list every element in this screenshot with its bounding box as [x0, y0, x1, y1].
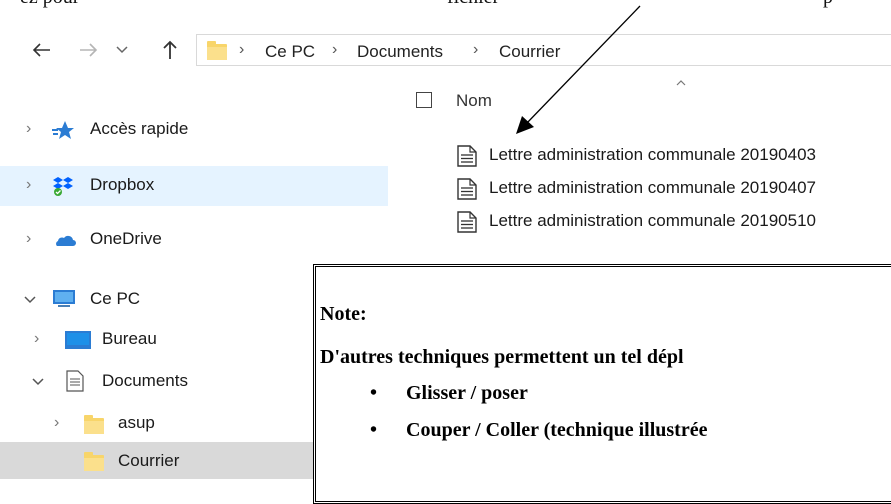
- address-bar[interactable]: › Ce PC › Documents › Courrier: [196, 34, 891, 66]
- chevron-down-icon[interactable]: [24, 291, 36, 309]
- forward-button[interactable]: [76, 38, 100, 62]
- desktop-icon: [65, 331, 91, 349]
- bullet-icon: •: [370, 419, 378, 441]
- folder-icon: [207, 41, 227, 60]
- chevron-right-icon[interactable]: ›: [34, 330, 39, 348]
- arrow-up-icon: [163, 40, 177, 59]
- sidebar-item-label: OneDrive: [90, 229, 162, 248]
- breadcrumb-documents[interactable]: Documents: [357, 42, 443, 62]
- file-name: Lettre administration communale 20190403: [489, 145, 816, 164]
- star-icon: [52, 121, 74, 139]
- sidebar-item-label: Courrier: [118, 451, 180, 470]
- sidebar-item-onedrive[interactable]: › OneDrive: [0, 220, 388, 260]
- sidebar-item-label: Bureau: [102, 329, 157, 348]
- column-header-nom[interactable]: Nom: [456, 91, 492, 111]
- file-name: Lettre administration communale 20190510: [489, 211, 816, 230]
- file-row[interactable]: Lettre administration communale 20190510: [455, 208, 891, 236]
- arrow-left-icon: [32, 43, 50, 57]
- chevron-right-icon[interactable]: ›: [54, 414, 59, 432]
- chevron-down-icon: [116, 46, 128, 54]
- dropbox-icon: [53, 177, 73, 196]
- note-text: D'autres techniques permettent un tel dé…: [320, 346, 684, 368]
- sidebar-item-label: Dropbox: [90, 175, 155, 194]
- select-all-checkbox[interactable]: [416, 92, 432, 108]
- breadcrumb-courrier[interactable]: Courrier: [499, 42, 560, 62]
- sidebar-item-label: asup: [118, 413, 155, 432]
- sidebar-item-label: Accès rapide: [90, 119, 189, 138]
- file-list-header: Nom: [400, 80, 891, 122]
- sidebar-item-label: Documents: [102, 371, 188, 390]
- sidebar-item-acces-rapide[interactable]: › Accès rapide: [0, 110, 388, 150]
- chevron-down-icon[interactable]: [32, 373, 44, 391]
- folder-icon: [84, 415, 104, 434]
- documents-icon: [66, 370, 84, 392]
- breadcrumb-separator-icon: ›: [332, 41, 338, 58]
- recent-locations-button[interactable]: [114, 38, 130, 62]
- caption-fragment-2: fichier: [447, 0, 499, 9]
- note-title: Note:: [320, 303, 367, 325]
- up-button[interactable]: [160, 38, 180, 62]
- note-bullet-text: Couper / Coller (technique illustrée: [406, 419, 708, 441]
- sidebar-item-label: Ce PC: [90, 289, 141, 308]
- caption-fragment-1: ez pour: [20, 0, 79, 9]
- arrow-right-icon: [80, 43, 98, 57]
- cloud-icon: [56, 235, 76, 246]
- chevron-right-icon[interactable]: ›: [26, 120, 31, 138]
- chevron-right-icon[interactable]: ›: [26, 230, 31, 248]
- file-row[interactable]: Lettre administration communale 20190407: [455, 175, 891, 203]
- computer-icon: [53, 290, 75, 307]
- chevron-right-icon[interactable]: ›: [26, 176, 31, 194]
- sort-ascending-icon: [676, 80, 686, 86]
- file-name: Lettre administration communale 20190407: [489, 178, 816, 197]
- bullet-icon: •: [370, 382, 378, 404]
- note-box: Note: D'autres techniques permettent un …: [313, 264, 891, 504]
- document-icon: [457, 211, 477, 233]
- sidebar-item-dropbox[interactable]: › Dropbox: [0, 166, 388, 206]
- navigation-bar: › Ce PC › Documents › Courrier: [0, 30, 891, 70]
- back-button[interactable]: [30, 38, 54, 62]
- breadcrumb-separator-icon: ›: [239, 41, 245, 58]
- file-row[interactable]: Lettre administration communale 20190403: [455, 142, 891, 170]
- folder-icon: [84, 452, 104, 471]
- caption-fragment-3: p: [823, 0, 833, 9]
- document-icon: [457, 145, 477, 167]
- document-icon: [457, 178, 477, 200]
- note-bullet-text: Glisser / poser: [406, 382, 528, 404]
- breadcrumb-ce-pc[interactable]: Ce PC: [265, 42, 315, 62]
- top-caption: ez pour fichier p: [0, 0, 891, 10]
- breadcrumb-separator-icon: ›: [473, 41, 479, 58]
